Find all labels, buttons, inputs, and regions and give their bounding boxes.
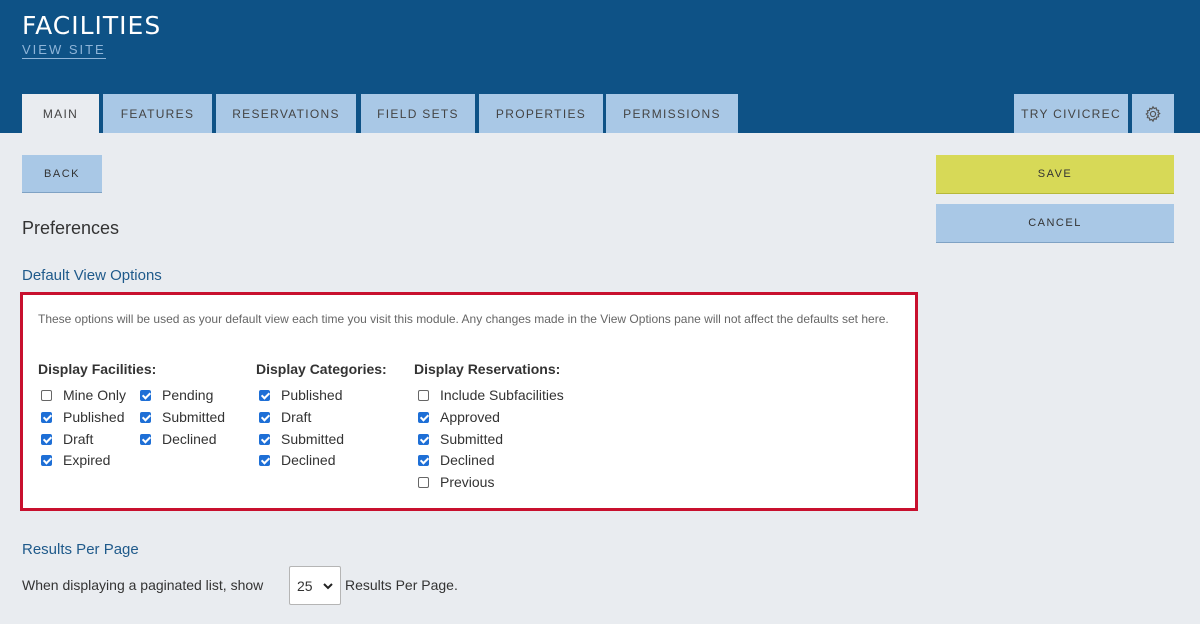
checkbox-control[interactable] [41, 411, 52, 423]
display-categories-title: Display Categories: [256, 361, 387, 377]
tab-field-sets[interactable]: FIELD SETS [361, 94, 475, 133]
facilities-submitted-checkbox[interactable]: Submitted [140, 409, 225, 425]
checkbox-control[interactable] [259, 389, 270, 401]
checkbox-label: Published [63, 409, 125, 425]
checkbox-label: Declined [162, 431, 217, 447]
reservations-include-subfacilities-checkbox[interactable]: Include Subfacilities [418, 387, 564, 403]
facilities-published-checkbox[interactable]: Published [41, 409, 125, 425]
reservations-previous-checkbox[interactable]: Previous [418, 474, 494, 490]
checkbox-control[interactable] [140, 433, 151, 445]
checkbox-control[interactable] [41, 454, 52, 466]
checkbox-control[interactable] [259, 411, 270, 423]
gear-icon [1145, 105, 1161, 122]
default-view-options-heading: Default View Options [22, 267, 162, 284]
checkbox-label: Draft [63, 431, 94, 447]
reservations-submitted-checkbox[interactable]: Submitted [418, 431, 503, 447]
checkbox-control[interactable] [140, 389, 151, 401]
app-header: FACILITIES VIEW SITE MAIN FEATURES RESER… [0, 0, 1200, 133]
checkbox-label: Submitted [281, 431, 345, 447]
checkbox-control[interactable] [418, 433, 429, 445]
checkbox-control[interactable] [259, 454, 270, 466]
checkbox-label: Expired [63, 452, 111, 468]
checkbox-label: Pending [162, 387, 214, 403]
options-note: These options will be used as your defau… [38, 312, 889, 326]
facilities-expired-checkbox[interactable]: Expired [41, 452, 110, 468]
checkbox-label: Declined [281, 452, 336, 468]
tab-features[interactable]: FEATURES [103, 94, 212, 133]
categories-draft-checkbox[interactable]: Draft [259, 409, 311, 425]
categories-published-checkbox[interactable]: Published [259, 387, 343, 403]
results-per-page-heading: Results Per Page [22, 541, 139, 558]
facilities-draft-checkbox[interactable]: Draft [41, 431, 93, 447]
tab-main[interactable]: MAIN [22, 94, 99, 133]
checkbox-label: Submitted [440, 431, 504, 447]
try-civicrec-button[interactable]: TRY CIVICREC [1014, 94, 1128, 133]
results-per-page-prefix: When displaying a paginated list, show [22, 577, 264, 593]
view-site-link[interactable]: VIEW SITE [22, 42, 106, 59]
display-reservations-title: Display Reservations: [414, 361, 561, 377]
results-per-page-value: 25 [297, 577, 313, 594]
checkbox-control[interactable] [418, 454, 429, 466]
cancel-button[interactable]: CANCEL [936, 204, 1174, 243]
results-per-page-suffix: Results Per Page. [345, 577, 458, 593]
checkbox-control[interactable] [418, 389, 429, 401]
tab-properties[interactable]: PROPERTIES [479, 94, 603, 133]
reservations-declined-checkbox[interactable]: Declined [418, 452, 494, 468]
reservations-approved-checkbox[interactable]: Approved [418, 409, 500, 425]
display-facilities-title: Display Facilities: [38, 361, 157, 377]
tab-permissions[interactable]: PERMISSIONS [606, 94, 738, 133]
checkbox-label: Draft [281, 409, 312, 425]
checkbox-control[interactable] [140, 411, 151, 423]
checkbox-control[interactable] [418, 411, 429, 423]
checkbox-label: Submitted [162, 409, 226, 425]
results-per-page-select[interactable]: 25 [289, 566, 341, 605]
checkbox-control[interactable] [418, 476, 429, 488]
tab-reservations[interactable]: RESERVATIONS [216, 94, 356, 133]
back-button[interactable]: BACK [22, 155, 102, 193]
checkbox-label: Declined [440, 452, 495, 468]
checkbox-label: Mine Only [63, 387, 127, 403]
checkbox-label: Previous [440, 474, 495, 490]
facilities-pending-checkbox[interactable]: Pending [140, 387, 213, 403]
categories-submitted-checkbox[interactable]: Submitted [259, 431, 344, 447]
chevron-down-icon [323, 583, 333, 590]
settings-button[interactable] [1132, 94, 1174, 133]
checkbox-control[interactable] [41, 389, 52, 401]
checkbox-label: Include Subfacilities [440, 387, 564, 403]
page-title: FACILITIES [22, 11, 162, 40]
checkbox-label: Published [281, 387, 343, 403]
default-view-options-panel: These options will be used as your defau… [20, 292, 918, 511]
facilities-declined-checkbox[interactable]: Declined [140, 431, 216, 447]
facilities-mine-only-checkbox[interactable]: Mine Only [41, 387, 126, 403]
checkbox-control[interactable] [259, 433, 270, 445]
checkbox-label: Approved [440, 409, 500, 425]
categories-declined-checkbox[interactable]: Declined [259, 452, 335, 468]
checkbox-control[interactable] [41, 433, 52, 445]
save-button[interactable]: SAVE [936, 155, 1174, 194]
preferences-heading: Preferences [22, 218, 120, 238]
